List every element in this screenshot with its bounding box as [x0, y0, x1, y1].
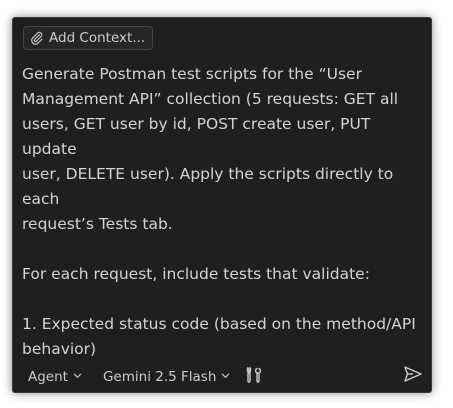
chat-toolbar: Agent Gemini 2.5 Flash — [13, 362, 431, 392]
tools-button[interactable] — [245, 366, 263, 388]
prompt-paragraph: For each request, include tests that val… — [22, 265, 370, 283]
chevron-down-icon — [220, 369, 231, 385]
mode-label: Agent — [28, 369, 68, 385]
send-icon — [403, 365, 423, 387]
mode-picker[interactable]: Agent — [28, 369, 83, 385]
model-picker[interactable]: Gemini 2.5 Flash — [103, 369, 231, 385]
add-context-label: Add Context... — [49, 30, 146, 46]
prompt-paragraph: 1. Expected status code (based on the me… — [22, 315, 416, 358]
prompt-input[interactable]: Generate Postman test scripts for the “U… — [22, 62, 422, 364]
send-button[interactable] — [403, 365, 423, 387]
model-label: Gemini 2.5 Flash — [102, 369, 217, 385]
paperclip-icon — [30, 31, 44, 45]
tools-icon — [245, 366, 263, 388]
chevron-down-icon — [72, 369, 83, 385]
prompt-paragraph: Generate Postman test scripts for the “U… — [22, 65, 399, 233]
chat-input-panel: Add Context... Generate Postman test scr… — [12, 17, 432, 393]
add-context-button[interactable]: Add Context... — [23, 26, 154, 50]
